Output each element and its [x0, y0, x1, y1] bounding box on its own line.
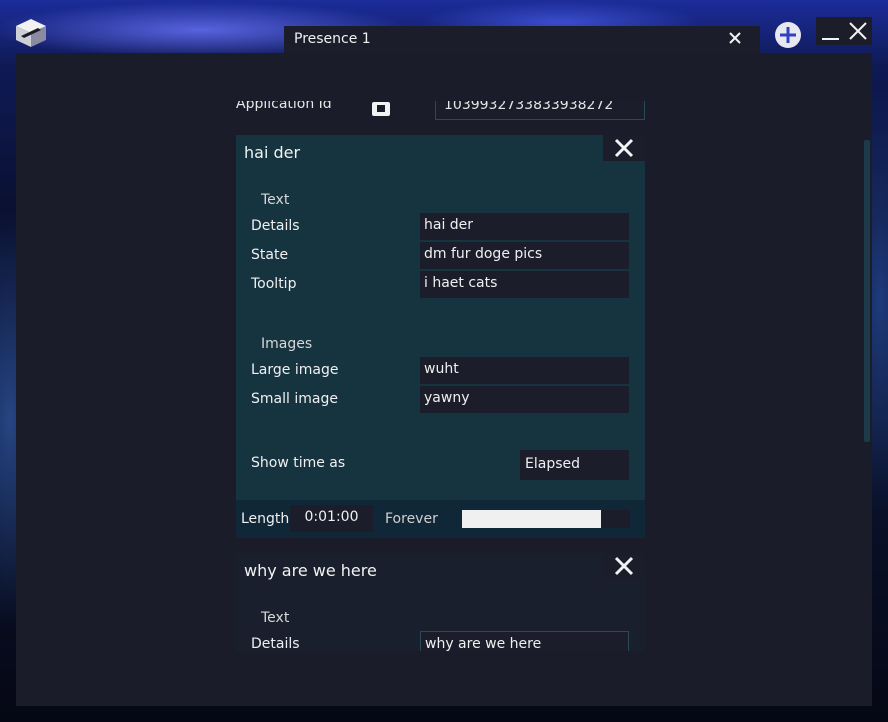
presence-list: Application Id 1039932733833938272 hai d… [236, 101, 646, 651]
card-close-icon[interactable] [603, 553, 645, 579]
state-label: State [251, 247, 289, 263]
card-header[interactable]: hai der [236, 135, 645, 174]
tab-presence[interactable]: Presence 1 [284, 26, 760, 53]
details-label: Details [251, 636, 300, 651]
window-close-icon[interactable] [846, 19, 870, 43]
length-label: Length [241, 511, 290, 527]
window-controls [816, 17, 872, 45]
details-label: Details [251, 218, 300, 234]
add-tab-icon[interactable] [774, 21, 802, 49]
images-section-label: Images [261, 336, 313, 352]
details-input[interactable]: why are we here [420, 631, 629, 651]
forever-label: Forever [385, 511, 438, 527]
text-section-label: Text [261, 610, 290, 626]
show-time-select[interactable]: Elapsed [520, 450, 629, 480]
large-image-label: Large image [251, 362, 339, 378]
show-time-label: Show time as [251, 455, 346, 471]
application-id-row: Application Id 1039932733833938272 [236, 101, 646, 121]
card-title: hai der [244, 143, 301, 162]
tooltip-input[interactable]: i haet cats [420, 271, 629, 298]
small-image-label: Small image [251, 391, 338, 407]
forever-slider[interactable] [462, 510, 630, 528]
card-header[interactable]: why are we here [236, 553, 645, 592]
text-section-label: Text [261, 192, 290, 208]
length-bar: Length 0:01:00 Forever [236, 500, 645, 538]
minimize-icon[interactable] [819, 19, 841, 43]
forever-slider-fill [462, 510, 601, 528]
details-input[interactable]: hai der [420, 213, 629, 240]
application-id-input[interactable]: 1039932733833938272 [435, 101, 645, 120]
state-input[interactable]: dm fur doge pics [420, 242, 629, 269]
tooltip-label: Tooltip [251, 276, 297, 292]
copy-icon[interactable] [372, 101, 390, 116]
small-image-input[interactable]: yawny [420, 386, 629, 413]
card-close-icon[interactable] [603, 135, 645, 161]
card-title: why are we here [244, 561, 377, 580]
presence-card: hai der Text Details hai der State dm fu… [236, 135, 645, 538]
length-input[interactable]: 0:01:00 [290, 505, 373, 532]
large-image-input[interactable]: wuht [420, 357, 629, 384]
tab-close-icon[interactable] [724, 27, 746, 49]
application-id-label: Application Id [236, 101, 332, 112]
scrollbar[interactable] [864, 140, 870, 442]
app-logo-icon [14, 18, 48, 48]
main-window: Application Id 1039932733833938272 hai d… [16, 53, 872, 706]
tab-title: Presence 1 [294, 31, 371, 47]
presence-card: why are we here Text Details why are we … [236, 553, 645, 651]
